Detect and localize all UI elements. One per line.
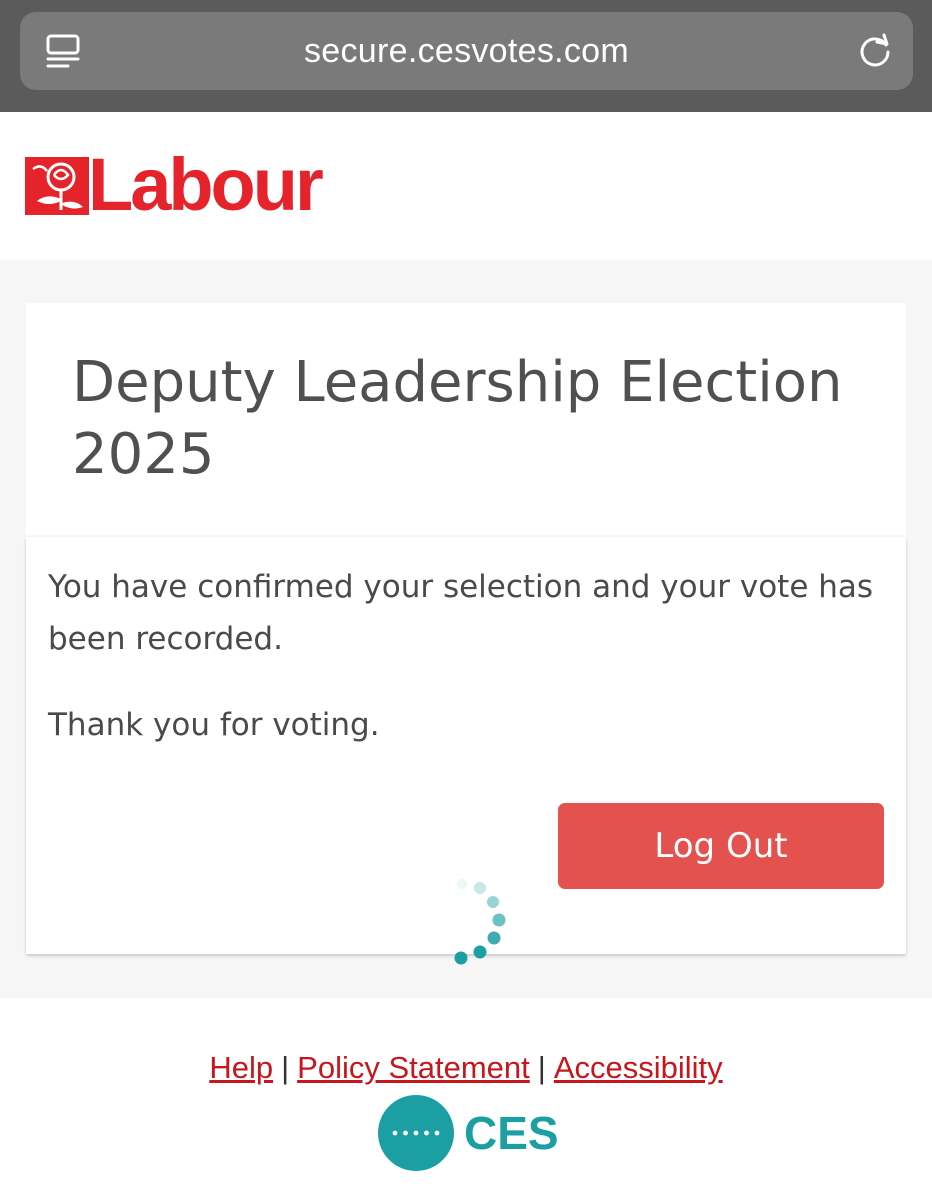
loading-spinner-icon [454,879,506,965]
reload-icon[interactable] [856,32,894,70]
policy-statement-link[interactable]: Policy Statement [297,1050,530,1085]
footer-separator: | [537,1050,546,1085]
confirmation-message: You have confirmed your selection and yo… [48,569,874,657]
title-card: Deputy Leadership Election 2025 [26,303,906,535]
labour-logo-text: Labour [88,143,324,226]
ces-logo: CES [378,1095,559,1171]
browser-toolbar: secure.cesvotes.com [0,0,932,112]
logout-button[interactable]: Log Out [558,803,884,889]
accessibility-link[interactable]: Accessibility [554,1050,723,1085]
ces-logo-text: CES [464,1107,559,1159]
url-text[interactable]: secure.cesvotes.com [20,12,913,90]
address-bar[interactable]: secure.cesvotes.com [20,12,913,90]
rose-icon [25,157,89,215]
thank-you-message: Thank you for voting. [48,707,380,743]
footer-separator: | [281,1050,290,1085]
ces-logo-icon [378,1095,454,1171]
dots-icon [392,1130,440,1136]
page-title: Deputy Leadership Election 2025 [72,350,843,487]
footer-links: Help | Policy Statement | Accessibility [0,1046,932,1090]
help-link[interactable]: Help [209,1050,273,1085]
